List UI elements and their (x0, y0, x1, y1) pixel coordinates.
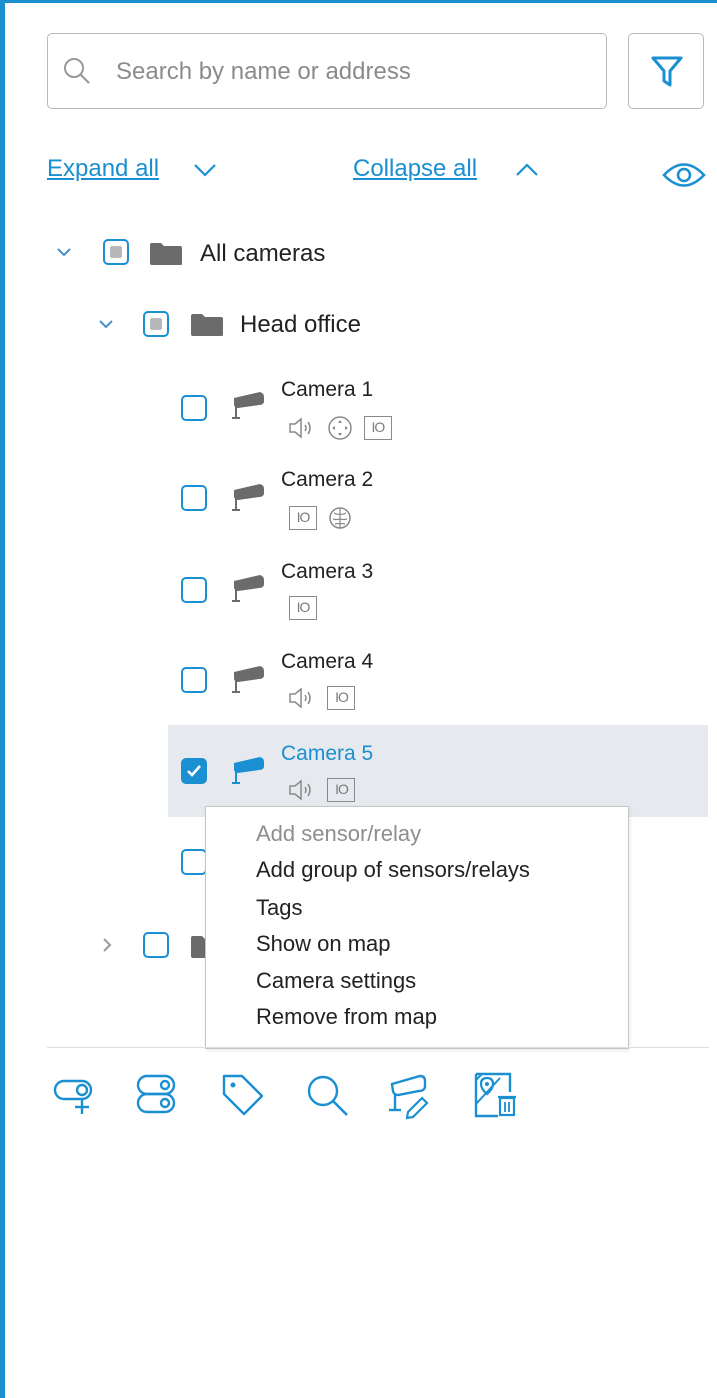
camera-capabilities: IO (289, 596, 323, 622)
search-icon (62, 56, 92, 91)
menu-item-tags[interactable]: Tags (256, 895, 302, 921)
tag-icon[interactable] (218, 1070, 268, 1120)
camera-capabilities: IO (287, 686, 361, 712)
ptz-icon (328, 416, 353, 440)
camera-icon (232, 575, 264, 602)
bottom-divider (47, 1047, 709, 1048)
checkbox-group[interactable] (143, 932, 169, 958)
expand-all-link[interactable]: Expand all (47, 155, 159, 183)
camera-icon (232, 757, 264, 784)
checkbox-head-office[interactable] (143, 311, 169, 337)
audio-icon (289, 687, 311, 709)
chevron-down-icon[interactable] (55, 245, 73, 259)
chevron-down-icon[interactable] (192, 160, 218, 180)
search-icon[interactable] (302, 1070, 352, 1120)
camera-icon (232, 666, 264, 693)
camera-edit-icon[interactable] (384, 1070, 434, 1120)
io-icon: IO (289, 596, 317, 620)
menu-item-camera-settings[interactable]: Camera settings (256, 968, 416, 994)
menu-item-remove-from-map[interactable]: Remove from map (256, 1004, 437, 1030)
folder-icon (150, 243, 182, 265)
add-camera-icon[interactable] (52, 1070, 102, 1120)
eye-icon[interactable] (662, 160, 706, 190)
io-icon: IO (363, 416, 392, 440)
checkbox-all-cameras[interactable] (103, 239, 129, 265)
remove-from-map-icon[interactable] (470, 1070, 520, 1120)
panel-left-border (0, 0, 5, 1398)
audio-icon (289, 779, 311, 801)
chevron-up-icon[interactable] (514, 160, 540, 180)
panel-top-border (0, 0, 717, 3)
camera-label: Camera 3 (281, 560, 374, 583)
camera-label: Camera 5 (281, 742, 374, 765)
camera-capabilities: IO (287, 415, 398, 441)
tree-node-label: Head office (240, 311, 361, 338)
camera-label: Camera 4 (281, 650, 374, 673)
camera-icon (232, 392, 264, 419)
filter-icon (651, 56, 683, 87)
checkbox-camera-checked[interactable] (181, 758, 207, 784)
checkmark-icon (187, 765, 201, 777)
checkbox-camera[interactable] (181, 577, 207, 603)
context-menu: Add sensor/relay Add group of sensors/re… (205, 806, 629, 1049)
camera-capabilities: IO (287, 778, 361, 804)
tree-node-label: All cameras (200, 240, 326, 267)
filter-button[interactable] (628, 33, 704, 109)
search-input[interactable] (114, 52, 588, 92)
checkbox-camera[interactable] (181, 485, 207, 511)
chevron-right-icon[interactable] (100, 936, 114, 954)
checkbox-camera[interactable] (181, 849, 207, 875)
collapse-all-link[interactable]: Collapse all (353, 155, 477, 183)
camera-label: Camera 2 (281, 468, 374, 491)
camera-label: Camera 1 (281, 378, 374, 401)
menu-item-add-group[interactable]: Add group of sensors/relays (256, 857, 530, 883)
checkbox-camera[interactable] (181, 395, 207, 421)
search-box[interactable] (47, 33, 607, 109)
camera-capabilities: IO (289, 505, 359, 531)
io-icon: IO (327, 686, 356, 710)
menu-item-add-sensor: Add sensor/relay (256, 821, 422, 846)
checkbox-camera[interactable] (181, 667, 207, 693)
folder-icon (191, 314, 223, 336)
brain-icon (329, 507, 352, 529)
io-icon: IO (327, 778, 356, 802)
chevron-down-icon[interactable] (97, 317, 115, 331)
audio-icon (289, 417, 311, 439)
camera-icon (232, 484, 264, 511)
io-icon: IO (289, 506, 317, 530)
menu-item-show-on-map[interactable]: Show on map (256, 931, 391, 957)
add-sensor-icon[interactable] (134, 1070, 184, 1120)
